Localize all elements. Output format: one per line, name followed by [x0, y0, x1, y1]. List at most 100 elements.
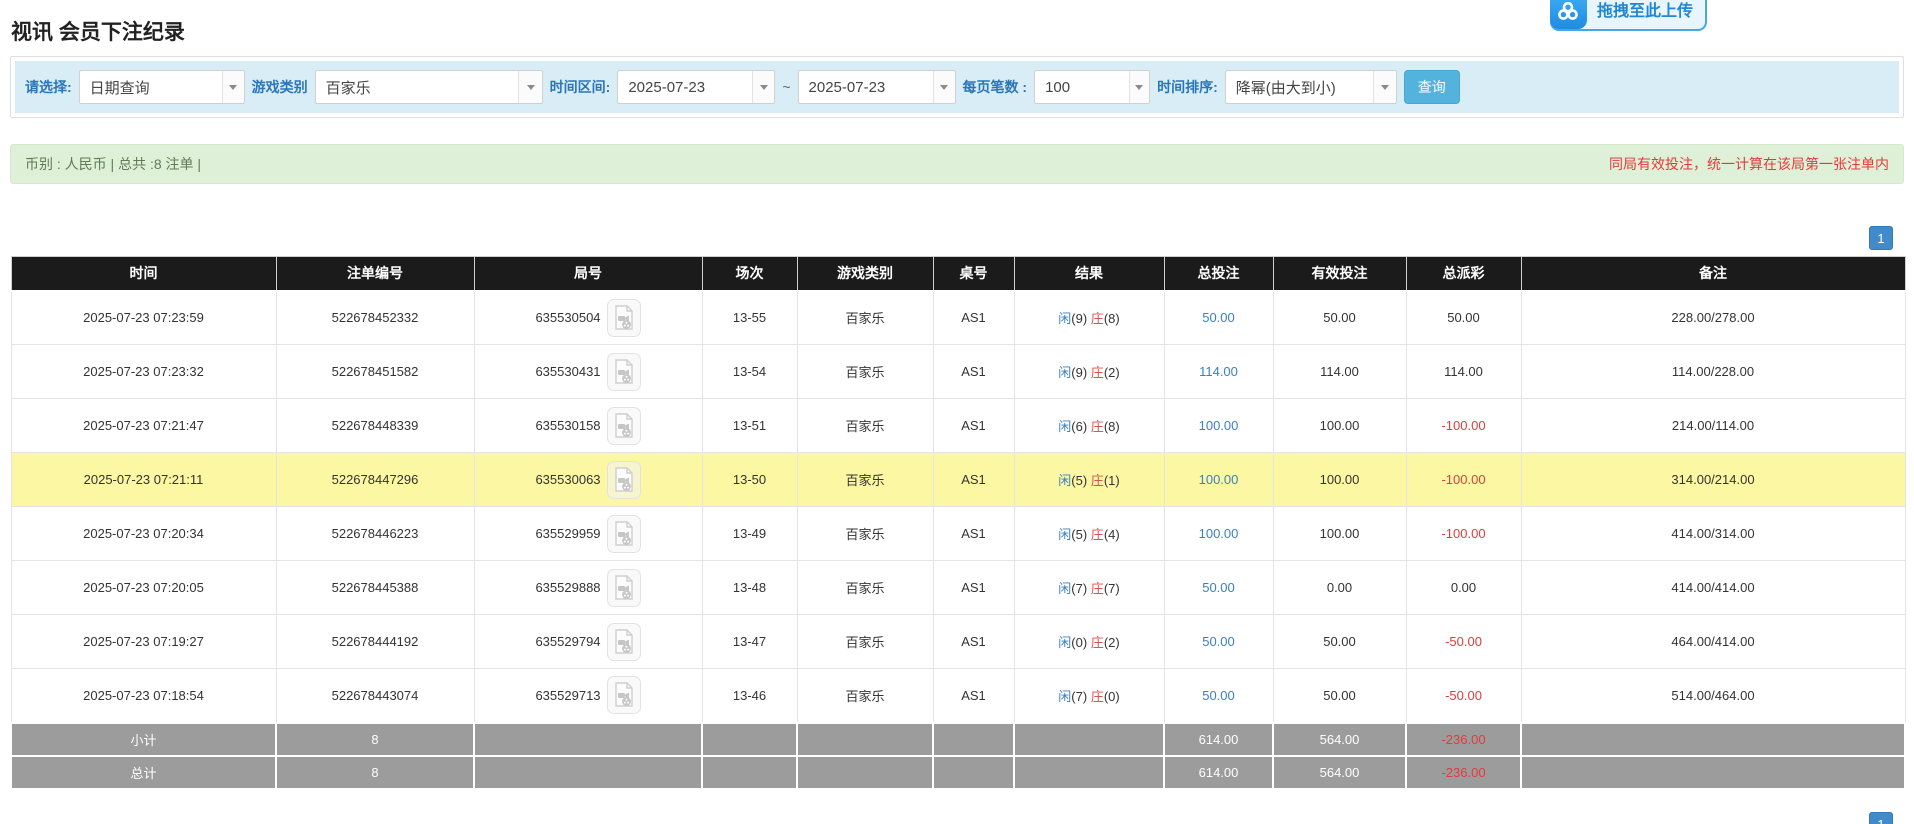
page-size-value[interactable]	[1035, 71, 1128, 103]
table-row: 2025-07-23 07:19:27 522678444192 6355297…	[11, 615, 1905, 669]
header-round-id: 局号	[474, 257, 702, 291]
cell-bet-id: 522678445388	[276, 561, 474, 615]
cell-bet-id: 522678448339	[276, 399, 474, 453]
cell-result: 闲(6) 庄(8)	[1014, 399, 1164, 453]
cell-remark: 228.00/278.00	[1521, 291, 1905, 345]
banker-result-value: (2)	[1104, 635, 1120, 650]
total-bet-link[interactable]: 50.00	[1202, 580, 1235, 595]
banker-result-label: 庄	[1091, 365, 1104, 380]
total-bet-link[interactable]: 100.00	[1199, 526, 1239, 541]
video-record-icon[interactable]	[607, 515, 641, 553]
cell-time: 2025-07-23 07:21:11	[11, 453, 276, 507]
video-record-icon[interactable]	[607, 461, 641, 499]
cell-valid-bet: 100.00	[1273, 507, 1406, 561]
header-session: 场次	[702, 257, 797, 291]
banker-result-label: 庄	[1091, 581, 1104, 596]
total-bet-link[interactable]: 50.00	[1202, 688, 1235, 703]
page-button-1[interactable]: 1	[1869, 226, 1893, 250]
player-result-value: (5)	[1071, 473, 1091, 488]
cell-total-bet: 114.00	[1164, 345, 1273, 399]
cell-total-bet: 100.00	[1164, 507, 1273, 561]
total-bet-link[interactable]: 114.00	[1199, 364, 1238, 379]
player-result-value: (9)	[1071, 365, 1091, 380]
player-result-value: (5)	[1071, 527, 1091, 542]
player-result-label: 闲	[1058, 635, 1071, 650]
video-record-icon[interactable]	[607, 407, 641, 445]
round-id-value: 635530063	[535, 472, 600, 487]
cell-payout: -50.00	[1406, 615, 1521, 669]
cell-game-type: 百家乐	[797, 291, 933, 345]
cell-total-bet: 50.00	[1164, 669, 1273, 723]
video-record-icon[interactable]	[607, 676, 641, 714]
drag-upload-dropzone[interactable]: 拖拽至此上传	[1550, 0, 1707, 31]
banker-result-value: (0)	[1104, 689, 1120, 704]
round-id-value: 635530158	[535, 418, 600, 433]
header-result: 结果	[1014, 257, 1164, 291]
cell-valid-bet: 0.00	[1273, 561, 1406, 615]
date-to-value[interactable]	[799, 71, 933, 103]
total-bet-link[interactable]: 100.00	[1199, 472, 1239, 487]
total-bet-link[interactable]: 50.00	[1202, 634, 1235, 649]
cell-payout: -100.00	[1406, 399, 1521, 453]
chevron-down-icon[interactable]	[1129, 71, 1150, 103]
cell-remark: 114.00/228.00	[1521, 345, 1905, 399]
cell-remark: 414.00/314.00	[1521, 507, 1905, 561]
cell-valid-bet: 100.00	[1273, 399, 1406, 453]
player-result-value: (0)	[1071, 635, 1091, 650]
cell-total-bet: 50.00	[1164, 561, 1273, 615]
banker-result-value: (8)	[1104, 311, 1120, 326]
header-valid-bet: 有效投注	[1273, 257, 1406, 291]
cell-total-bet: 50.00	[1164, 291, 1273, 345]
date-from-value[interactable]	[618, 71, 752, 103]
chevron-down-icon[interactable]	[752, 71, 774, 103]
cell-table-no: AS1	[933, 453, 1014, 507]
game-type-value[interactable]	[316, 71, 519, 103]
cell-table-no: AS1	[933, 615, 1014, 669]
chevron-down-icon[interactable]	[1373, 71, 1395, 103]
date-from-select[interactable]	[617, 70, 775, 104]
date-to-select[interactable]	[798, 70, 956, 104]
chevron-down-icon[interactable]	[933, 71, 955, 103]
query-mode-label: 请选择:	[25, 77, 72, 97]
player-result-value: (7)	[1071, 689, 1091, 704]
game-type-select[interactable]	[315, 70, 543, 104]
cell-round-id: 635529959	[474, 507, 702, 561]
total-bet-link[interactable]: 50.00	[1202, 310, 1235, 325]
cell-round-id: 635530504	[474, 291, 702, 345]
sort-value[interactable]	[1226, 71, 1374, 103]
page-size-select[interactable]	[1034, 70, 1150, 104]
header-table-no: 桌号	[933, 257, 1014, 291]
query-mode-value[interactable]	[80, 71, 222, 103]
round-id-value: 635529959	[535, 526, 600, 541]
total-bet-link[interactable]: 100.00	[1199, 418, 1239, 433]
cell-payout: -100.00	[1406, 507, 1521, 561]
table-row: 2025-07-23 07:23:59 522678452332 6355305…	[11, 291, 1905, 345]
time-range-label: 时间区间:	[550, 77, 611, 97]
search-button[interactable]: 查询	[1404, 70, 1460, 104]
cell-game-type: 百家乐	[797, 453, 933, 507]
chevron-down-icon[interactable]	[518, 71, 541, 103]
sort-select[interactable]	[1225, 70, 1397, 104]
video-record-icon[interactable]	[607, 299, 641, 337]
cell-game-type: 百家乐	[797, 669, 933, 723]
cell-bet-id: 522678451582	[276, 345, 474, 399]
total-valid-bet: 564.00	[1273, 756, 1406, 789]
cell-time: 2025-07-23 07:21:47	[11, 399, 276, 453]
video-record-icon[interactable]	[607, 569, 641, 607]
subtotal-row: 小计 8 614.00 564.00 -236.00	[11, 723, 1905, 756]
sort-label: 时间排序:	[1157, 77, 1218, 97]
chevron-down-icon[interactable]	[222, 71, 244, 103]
banker-result-label: 庄	[1091, 419, 1104, 434]
video-record-icon[interactable]	[607, 353, 641, 391]
page-button-1-bottom[interactable]: 1	[1869, 812, 1893, 824]
cell-remark: 464.00/414.00	[1521, 615, 1905, 669]
query-mode-select[interactable]	[79, 70, 245, 104]
player-result-label: 闲	[1058, 311, 1071, 326]
cell-time: 2025-07-23 07:19:27	[11, 615, 276, 669]
video-record-icon[interactable]	[607, 623, 641, 661]
cell-session: 13-47	[702, 615, 797, 669]
cell-table-no: AS1	[933, 669, 1014, 723]
cell-result: 闲(0) 庄(2)	[1014, 615, 1164, 669]
banker-result-value: (2)	[1104, 365, 1120, 380]
round-id-value: 635530431	[535, 364, 600, 379]
